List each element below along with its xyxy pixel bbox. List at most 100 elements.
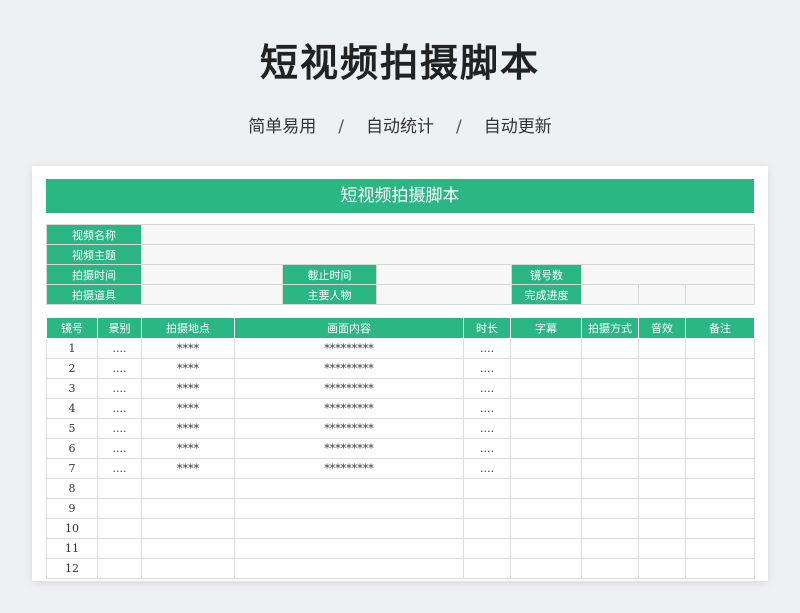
table-cell[interactable] bbox=[685, 338, 755, 359]
table-cell[interactable] bbox=[141, 518, 235, 539]
table-cell[interactable] bbox=[141, 538, 235, 559]
table-cell[interactable]: **** bbox=[141, 378, 235, 399]
table-cell[interactable]: .... bbox=[97, 378, 142, 399]
table-cell[interactable]: **** bbox=[141, 458, 235, 479]
table-cell[interactable]: .... bbox=[463, 398, 511, 419]
table-cell[interactable] bbox=[685, 378, 755, 399]
table-cell[interactable]: 4 bbox=[46, 398, 98, 419]
table-cell[interactable]: ********* bbox=[234, 378, 464, 399]
table-cell[interactable] bbox=[234, 478, 464, 499]
table-cell[interactable] bbox=[638, 438, 686, 459]
table-cell[interactable] bbox=[141, 558, 235, 579]
table-cell[interactable] bbox=[510, 418, 582, 439]
table-cell[interactable]: 7 bbox=[46, 458, 98, 479]
table-cell[interactable] bbox=[581, 358, 639, 379]
table-cell[interactable]: .... bbox=[97, 418, 142, 439]
table-cell[interactable]: .... bbox=[463, 438, 511, 459]
table-cell[interactable] bbox=[638, 458, 686, 479]
table-cell[interactable] bbox=[638, 538, 686, 559]
table-cell[interactable] bbox=[510, 378, 582, 399]
progress-cell[interactable] bbox=[684, 284, 756, 305]
table-cell[interactable] bbox=[581, 378, 639, 399]
table-cell[interactable] bbox=[234, 558, 464, 579]
props-cell[interactable] bbox=[141, 284, 283, 305]
table-cell[interactable] bbox=[638, 518, 686, 539]
table-cell[interactable] bbox=[510, 478, 582, 499]
table-cell[interactable] bbox=[685, 558, 755, 579]
table-cell[interactable]: .... bbox=[97, 458, 142, 479]
table-cell[interactable] bbox=[581, 478, 639, 499]
table-cell[interactable] bbox=[463, 558, 511, 579]
table-cell[interactable]: .... bbox=[463, 358, 511, 379]
table-cell[interactable]: ********* bbox=[234, 458, 464, 479]
table-cell[interactable] bbox=[581, 518, 639, 539]
table-cell[interactable] bbox=[638, 338, 686, 359]
table-cell[interactable] bbox=[463, 478, 511, 499]
table-cell[interactable] bbox=[510, 358, 582, 379]
table-cell[interactable] bbox=[581, 538, 639, 559]
table-cell[interactable] bbox=[581, 498, 639, 519]
table-cell[interactable] bbox=[510, 338, 582, 359]
table-cell[interactable] bbox=[97, 518, 142, 539]
table-cell[interactable] bbox=[685, 538, 755, 559]
table-cell[interactable]: 1 bbox=[46, 338, 98, 359]
table-cell[interactable]: 10 bbox=[46, 518, 98, 539]
table-cell[interactable]: .... bbox=[97, 398, 142, 419]
table-cell[interactable] bbox=[510, 498, 582, 519]
shoot-time-cell[interactable] bbox=[141, 264, 283, 285]
table-cell[interactable] bbox=[97, 478, 142, 499]
table-cell[interactable] bbox=[581, 558, 639, 579]
table-cell[interactable] bbox=[685, 398, 755, 419]
table-cell[interactable] bbox=[685, 458, 755, 479]
table-cell[interactable] bbox=[510, 558, 582, 579]
table-cell[interactable] bbox=[685, 498, 755, 519]
table-cell[interactable] bbox=[510, 518, 582, 539]
table-cell[interactable] bbox=[685, 438, 755, 459]
table-cell[interactable]: **** bbox=[141, 358, 235, 379]
table-cell[interactable]: **** bbox=[141, 398, 235, 419]
table-cell[interactable] bbox=[510, 538, 582, 559]
table-cell[interactable]: .... bbox=[97, 358, 142, 379]
progress-cell[interactable] bbox=[581, 284, 639, 305]
table-cell[interactable] bbox=[97, 498, 142, 519]
column-header[interactable]: 镜号 bbox=[46, 317, 98, 339]
table-cell[interactable] bbox=[234, 498, 464, 519]
column-header[interactable]: 拍摄方式 bbox=[581, 317, 639, 339]
table-cell[interactable] bbox=[234, 518, 464, 539]
column-header[interactable]: 景别 bbox=[97, 317, 142, 339]
table-cell[interactable]: **** bbox=[141, 438, 235, 459]
table-cell[interactable] bbox=[97, 558, 142, 579]
deadline-cell[interactable] bbox=[376, 264, 512, 285]
table-cell[interactable] bbox=[685, 358, 755, 379]
table-cell[interactable]: ********* bbox=[234, 438, 464, 459]
column-header[interactable]: 时长 bbox=[463, 317, 511, 339]
table-cell[interactable] bbox=[638, 358, 686, 379]
table-cell[interactable]: 5 bbox=[46, 418, 98, 439]
video-topic-cell[interactable] bbox=[140, 244, 756, 265]
table-cell[interactable]: 9 bbox=[46, 498, 98, 519]
table-cell[interactable]: .... bbox=[463, 458, 511, 479]
table-cell[interactable] bbox=[463, 518, 511, 539]
video-name-cell[interactable] bbox=[140, 224, 756, 245]
column-header[interactable]: 拍摄地点 bbox=[141, 317, 235, 339]
column-header[interactable]: 音效 bbox=[638, 317, 686, 339]
table-cell[interactable] bbox=[510, 398, 582, 419]
table-cell[interactable]: 12 bbox=[46, 558, 98, 579]
table-cell[interactable] bbox=[638, 498, 686, 519]
table-cell[interactable]: .... bbox=[463, 418, 511, 439]
table-cell[interactable] bbox=[581, 398, 639, 419]
table-cell[interactable] bbox=[638, 418, 686, 439]
table-cell[interactable]: .... bbox=[463, 338, 511, 359]
table-cell[interactable] bbox=[638, 478, 686, 499]
main-characters-cell[interactable] bbox=[376, 284, 512, 305]
table-cell[interactable] bbox=[581, 438, 639, 459]
table-cell[interactable]: ********* bbox=[234, 418, 464, 439]
table-cell[interactable] bbox=[234, 538, 464, 559]
table-cell[interactable] bbox=[685, 478, 755, 499]
table-cell[interactable]: .... bbox=[97, 338, 142, 359]
table-cell[interactable]: 11 bbox=[46, 538, 98, 559]
table-cell[interactable]: **** bbox=[141, 338, 235, 359]
table-cell[interactable] bbox=[685, 518, 755, 539]
table-cell[interactable]: 3 bbox=[46, 378, 98, 399]
table-cell[interactable] bbox=[638, 558, 686, 579]
